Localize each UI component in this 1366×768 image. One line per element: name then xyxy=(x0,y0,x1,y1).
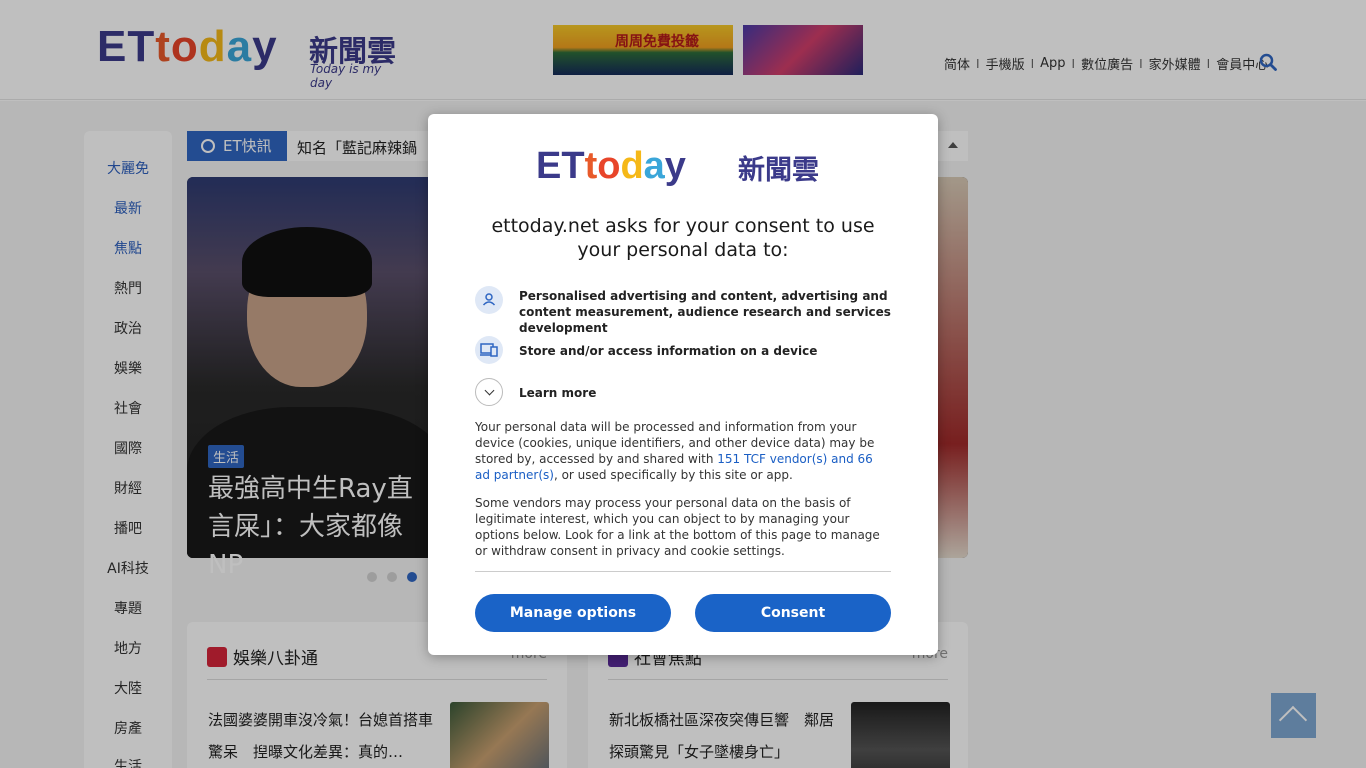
purpose-text: Personalised advertising and content, ad… xyxy=(519,289,891,335)
manage-options-button[interactable]: Manage options xyxy=(475,594,671,632)
learn-more-label[interactable]: Learn more xyxy=(519,385,596,401)
dialog-heading: ettoday.net asks for your consent to use… xyxy=(491,215,875,261)
purpose-text: Store and/or access information on a dev… xyxy=(519,344,818,358)
person-icon xyxy=(475,286,503,314)
divider xyxy=(475,571,891,572)
consent-button[interactable]: Consent xyxy=(695,594,891,632)
consent-paragraph-2: Some vendors may process your personal d… xyxy=(475,496,880,558)
consent-dialog: ETtoday 新聞雲 ettoday.net asks for your co… xyxy=(428,114,938,655)
device-icon xyxy=(475,336,503,364)
chevron-down-icon[interactable] xyxy=(475,378,503,406)
dialog-logo: ETtoday 新聞雲 xyxy=(536,145,819,187)
consent-paragraph-1: Your personal data will be processed and… xyxy=(475,420,875,482)
